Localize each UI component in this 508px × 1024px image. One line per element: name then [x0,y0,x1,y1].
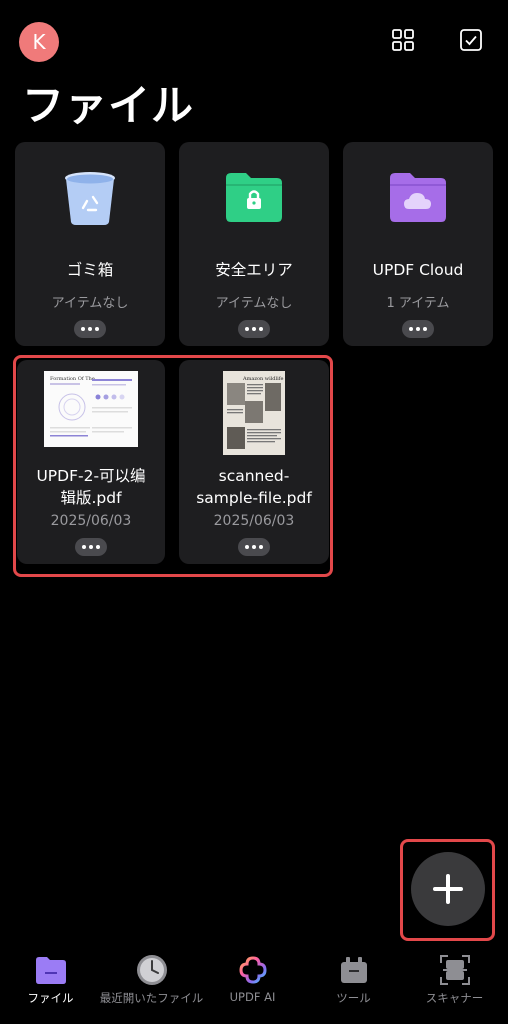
more-button[interactable] [74,320,106,338]
folder-name: ゴミ箱 [66,261,114,279]
tab-updf-ai[interactable]: UPDF AI [202,946,303,1024]
plus-icon [433,874,463,904]
select-checkbox-icon[interactable] [457,26,485,54]
files-icon [35,954,67,986]
lock-folder-icon [226,172,282,226]
folder-count: 1 アイテム [386,296,450,311]
more-button[interactable] [238,320,270,338]
folder-name: 安全エリア [215,261,293,279]
tab-files[interactable]: ファイル [0,946,101,1024]
folder-count: アイテムなし [215,296,293,311]
add-button[interactable] [411,852,485,926]
bottom-tab-bar: ファイル 最近開いたファイル UPDF AI ツール スキャナー [0,946,508,1024]
scanner-icon [439,954,471,986]
folder-count: アイテムなし [51,296,129,311]
page-title: ファイル [22,81,195,130]
avatar-initial: K [32,30,46,54]
toolbox-icon [338,954,370,986]
trash-icon [63,170,117,230]
tab-scanner[interactable]: スキャナー [404,946,505,1024]
clock-icon [136,954,168,986]
files-highlight-box [13,355,333,577]
folder-card-secure[interactable]: 安全エリア アイテムなし [179,142,329,346]
folder-card-trash[interactable]: ゴミ箱 アイテムなし [15,142,165,346]
tab-tools[interactable]: ツール [303,946,404,1024]
more-button[interactable] [402,320,434,338]
ai-icon [237,954,269,986]
avatar[interactable]: K [19,22,59,62]
grid-view-icon[interactable] [389,26,417,54]
cloud-folder-icon [390,172,446,226]
tab-label: スキャナー [425,991,484,1005]
folder-card-cloud[interactable]: UPDF Cloud 1 アイテム [343,142,493,346]
folder-name: UPDF Cloud [372,261,464,279]
tab-recent-files[interactable]: 最近開いたファイル [100,946,203,1024]
